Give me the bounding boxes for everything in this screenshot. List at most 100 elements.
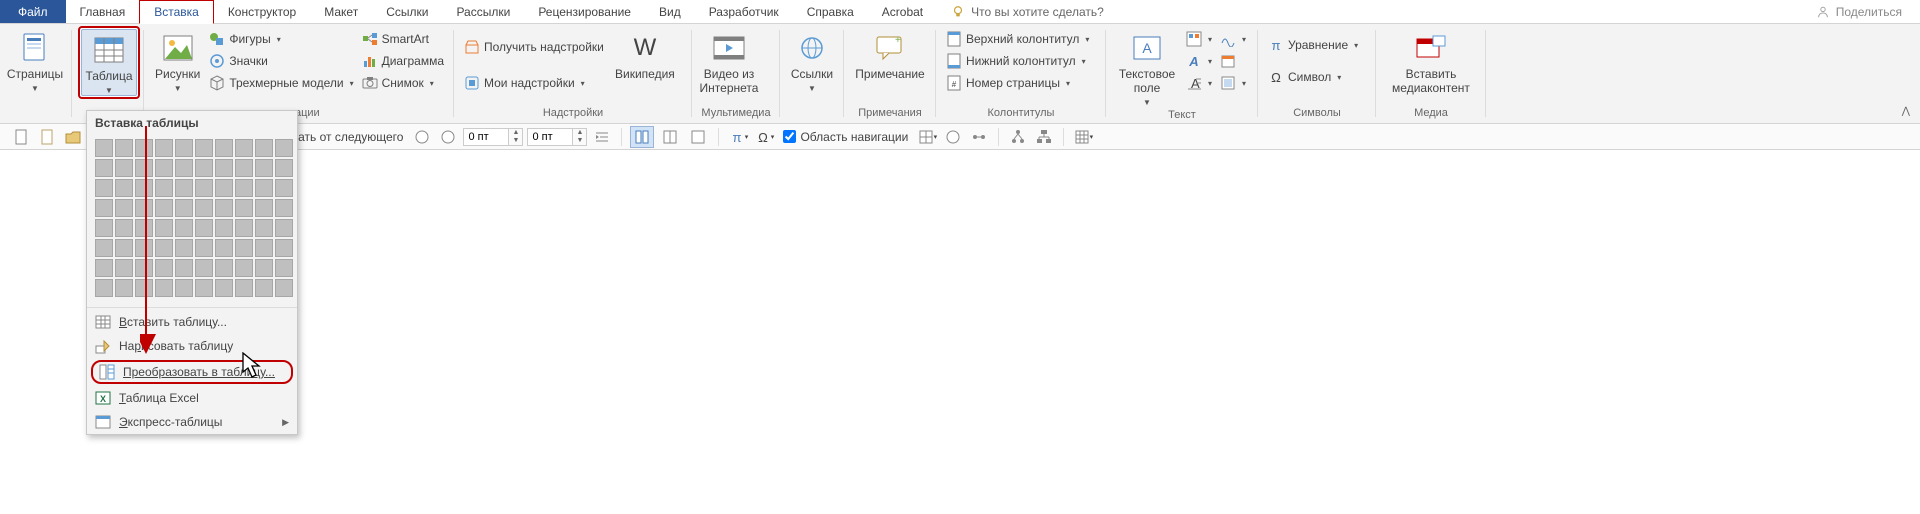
quickparts-button[interactable]: ▾ [1182, 28, 1216, 50]
tab-home[interactable]: Главная [66, 0, 140, 23]
spacing-before-spinner[interactable]: ▲▼ [463, 128, 523, 146]
grid-cell[interactable] [235, 219, 253, 237]
grid-cell[interactable] [95, 159, 113, 177]
grid-cell[interactable] [235, 179, 253, 197]
draw-table-menuitem[interactable]: Нарисовать таблицу [87, 334, 297, 358]
qat-new-doc[interactable] [10, 126, 32, 148]
grid-cell[interactable] [115, 219, 133, 237]
qat-open[interactable] [62, 126, 84, 148]
header-button[interactable]: Верхний колонтитул ▾ [942, 28, 1093, 50]
textbox-button[interactable]: A Текстовое поле ▼ [1112, 26, 1182, 107]
grid-cell[interactable] [155, 179, 173, 197]
pages-button[interactable]: Страницы ▼ [6, 26, 64, 93]
qat-connector[interactable] [968, 126, 990, 148]
wikipedia-button[interactable]: W Википедия [614, 26, 676, 82]
grid-cell[interactable] [115, 259, 133, 277]
shapes-button[interactable]: Фигуры ▾ [205, 28, 357, 50]
quick-tables-menuitem[interactable]: Экспресс-таблицы ▶ [87, 410, 297, 434]
grid-cell[interactable] [235, 279, 253, 297]
qat-radio-2[interactable] [437, 126, 459, 148]
icons-button[interactable]: Значки [205, 50, 357, 72]
pictures-button[interactable]: Рисунки ▼ [150, 26, 205, 93]
tab-view[interactable]: Вид [645, 0, 695, 23]
symbol-button[interactable]: Ω Символ ▾ [1264, 66, 1362, 88]
page-number-button[interactable]: # Номер страницы ▾ [942, 72, 1093, 94]
signature-button[interactable]: ▾ [1216, 28, 1250, 50]
grid-cell[interactable] [115, 139, 133, 157]
qat-new-doc-2[interactable] [36, 126, 58, 148]
grid-cell[interactable] [115, 159, 133, 177]
datetime-button[interactable] [1216, 50, 1250, 72]
grid-cell[interactable] [95, 179, 113, 197]
embed-media-button[interactable]: Вставить медиаконтент [1382, 26, 1480, 96]
grid-cell[interactable] [275, 259, 293, 277]
grid-cell[interactable] [195, 219, 213, 237]
grid-cell[interactable] [135, 179, 153, 197]
grid-cell[interactable] [235, 139, 253, 157]
chart-button[interactable]: Диаграмма [358, 50, 448, 72]
grid-cell[interactable] [155, 279, 173, 297]
grid-cell[interactable] [215, 239, 233, 257]
grid-cell[interactable] [255, 259, 273, 277]
convert-to-table-menuitem[interactable]: Преобразовать в таблицу... [91, 360, 293, 384]
grid-cell[interactable] [155, 159, 173, 177]
dropcap-button[interactable]: A▾ [1182, 72, 1216, 94]
qat-indent[interactable] [591, 126, 613, 148]
tab-review[interactable]: Рецензирование [524, 0, 645, 23]
grid-cell[interactable] [95, 279, 113, 297]
qat-circle[interactable] [942, 126, 964, 148]
grid-cell[interactable] [175, 219, 193, 237]
grid-cell[interactable] [215, 139, 233, 157]
grid-cell[interactable] [115, 179, 133, 197]
grid-cell[interactable] [275, 199, 293, 217]
qat-hierarchy-2[interactable] [1033, 126, 1055, 148]
grid-cell[interactable] [195, 159, 213, 177]
tab-mailings[interactable]: Рассылки [442, 0, 524, 23]
excel-table-menuitem[interactable]: X Таблица Excel [87, 386, 297, 410]
grid-cell[interactable] [95, 139, 113, 157]
wordart-button[interactable]: A▾ [1182, 50, 1216, 72]
nav-pane-checkbox[interactable]: Область навигации [779, 130, 912, 144]
screenshot-button[interactable]: Снимок ▾ [358, 72, 448, 94]
object-button[interactable]: ▾ [1216, 72, 1250, 94]
smartart-button[interactable]: SmartArt [358, 28, 448, 50]
grid-cell[interactable] [275, 219, 293, 237]
grid-cell[interactable] [115, 279, 133, 297]
view-read-mode[interactable] [658, 126, 682, 148]
my-addins-button[interactable]: Мои надстройки ▾ [460, 72, 608, 94]
collapse-ribbon-button[interactable]: ⋀ [1902, 106, 1910, 117]
qat-table-grid[interactable]: ▾ [916, 126, 938, 148]
grid-cell[interactable] [175, 199, 193, 217]
footer-button[interactable]: Нижний колонтитул ▾ [942, 50, 1093, 72]
grid-cell[interactable] [135, 239, 153, 257]
nav-pane-input[interactable] [783, 130, 796, 143]
tab-design[interactable]: Конструктор [214, 0, 310, 23]
tab-layout[interactable]: Макет [310, 0, 372, 23]
comment-button[interactable]: + Примечание [850, 26, 930, 82]
qat-table-small[interactable]: ▾ [1072, 126, 1094, 148]
insert-table-menuitem[interactable]: Вставить таблицу... [87, 310, 297, 334]
get-addins-button[interactable]: Получить надстройки [460, 36, 608, 58]
share-button[interactable]: Поделиться [1798, 0, 1920, 23]
grid-cell[interactable] [155, 239, 173, 257]
grid-cell[interactable] [275, 179, 293, 197]
grid-cell[interactable] [215, 259, 233, 277]
grid-cell[interactable] [135, 199, 153, 217]
tab-acrobat[interactable]: Acrobat [868, 0, 937, 23]
spacing-after-input[interactable] [527, 128, 573, 146]
grid-cell[interactable] [135, 279, 153, 297]
insert-table-grid[interactable] [87, 135, 297, 305]
grid-cell[interactable] [175, 179, 193, 197]
grid-cell[interactable] [215, 219, 233, 237]
grid-cell[interactable] [95, 259, 113, 277]
grid-cell[interactable] [195, 179, 213, 197]
spacing-after-spinner[interactable]: ▲▼ [527, 128, 587, 146]
grid-cell[interactable] [235, 239, 253, 257]
spacing-before-input[interactable] [463, 128, 509, 146]
table-button[interactable]: Таблица ▼ [81, 29, 137, 96]
grid-cell[interactable] [175, 159, 193, 177]
grid-cell[interactable] [95, 239, 113, 257]
grid-cell[interactable] [215, 199, 233, 217]
qat-radio-1[interactable] [411, 126, 433, 148]
grid-cell[interactable] [255, 179, 273, 197]
